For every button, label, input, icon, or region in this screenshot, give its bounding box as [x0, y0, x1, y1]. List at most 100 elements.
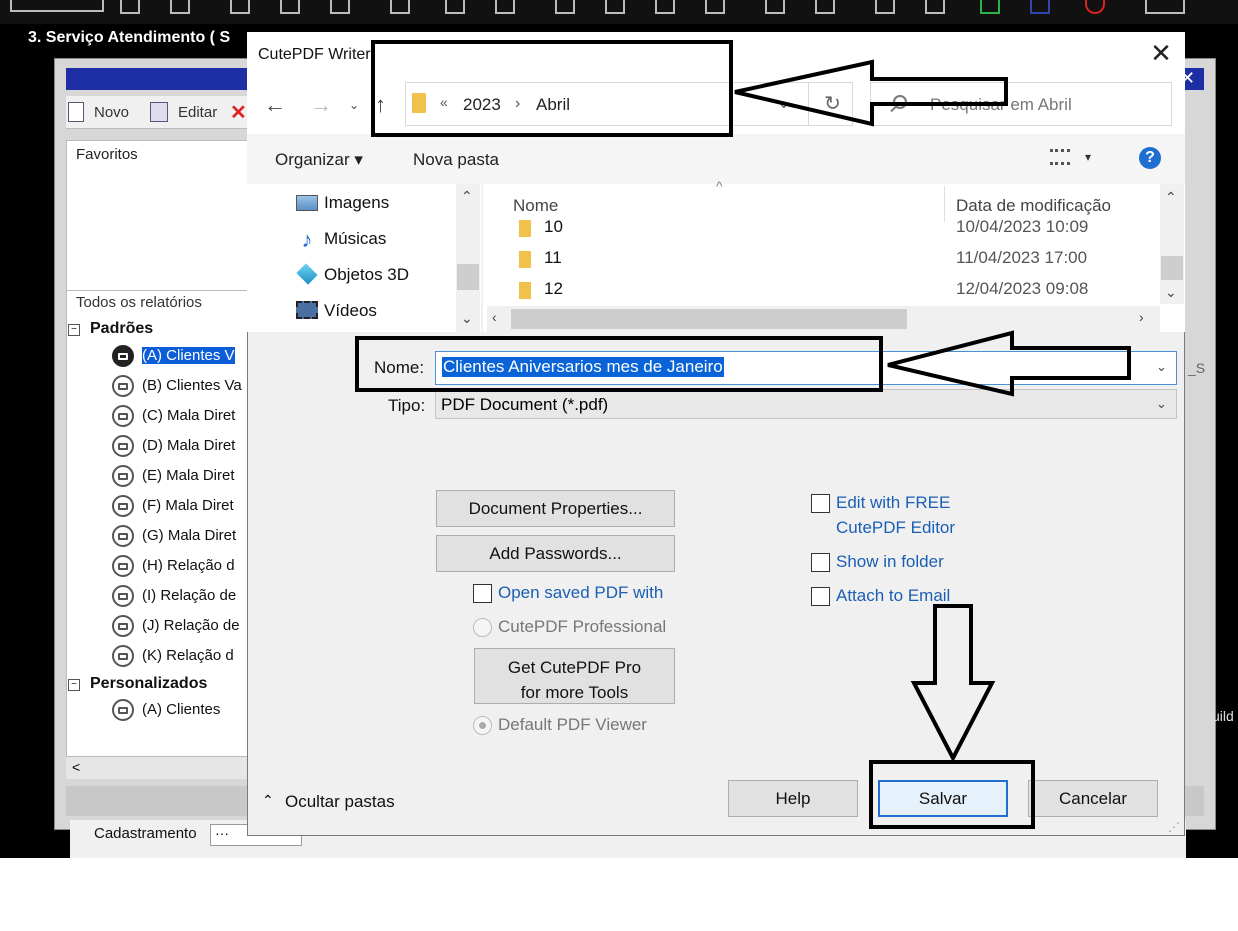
chevron-right-icon[interactable]: ›	[1139, 309, 1144, 325]
nova-pasta-button[interactable]: Nova pasta	[413, 150, 499, 170]
toolbar-sort-icon[interactable]	[815, 0, 835, 14]
tree-scroll-thumb[interactable]	[457, 264, 479, 290]
cutepdf-professional-radio[interactable]	[473, 618, 492, 637]
report-item[interactable]: (E) Mala Diret	[112, 465, 235, 487]
chevron-down-icon[interactable]: ⌄	[461, 310, 473, 327]
toolbar-edit-icon[interactable]	[280, 0, 300, 14]
chevron-up-icon[interactable]: ⌃	[461, 188, 473, 205]
toolbar-search-icon[interactable]	[605, 0, 625, 14]
help-icon[interactable]: ?	[1139, 147, 1161, 169]
edit-free-label-2[interactable]: CutePDF Editor	[836, 518, 955, 538]
toolbar-cut-icon[interactable]	[330, 0, 350, 14]
file-hscroll-thumb[interactable]	[511, 309, 907, 329]
tree-item-imagens[interactable]: Imagens	[296, 193, 389, 213]
back-arrow-icon[interactable]: ←	[264, 92, 286, 118]
report-item[interactable]: (C) Mala Diret	[112, 405, 235, 427]
toolbar-tool-icon[interactable]	[555, 0, 575, 14]
report-item[interactable]: (D) Mala Diret	[112, 435, 235, 457]
tree-item-musicas[interactable]: ♪ Músicas	[296, 229, 387, 251]
chevron-down-icon[interactable]: ⌄	[1165, 284, 1177, 301]
toolbar-refresh-icon[interactable]	[655, 0, 675, 14]
chevron-up-icon[interactable]: ⌃	[262, 792, 274, 809]
edit-free-label-1[interactable]: Edit with FREE	[836, 493, 950, 513]
delete-icon[interactable]: ✕	[230, 100, 247, 125]
reports-hscrollbar[interactable]: <	[66, 756, 256, 779]
view-options-icon[interactable]	[1050, 149, 1070, 165]
add-passwords-button[interactable]: Add Passwords...	[436, 535, 675, 572]
toolbar-next-icon[interactable]	[170, 0, 190, 14]
toolbar-zoom-icon[interactable]	[705, 0, 725, 14]
toolbar-play-icon[interactable]	[120, 0, 140, 14]
report-item[interactable]: (F) Mala Diret	[112, 495, 234, 517]
toolbar-window-icon[interactable]	[1145, 0, 1185, 14]
collapse-icon[interactable]: −	[68, 324, 80, 336]
group-padroes[interactable]: − Padrões	[68, 320, 153, 338]
refresh-icon[interactable]: ↻	[808, 82, 856, 126]
edit-free-checkbox[interactable]	[811, 494, 830, 513]
default-viewer-radio[interactable]	[473, 716, 492, 735]
show-in-folder-label[interactable]: Show in folder	[836, 552, 944, 572]
report-item[interactable]: (J) Relação de	[112, 615, 240, 637]
pictures-icon	[296, 195, 318, 211]
get-pro-button[interactable]: Get CutePDF Pro for more Tools	[474, 648, 675, 704]
new-document-icon	[68, 102, 84, 122]
chevron-left-icon[interactable]: ‹	[492, 309, 497, 325]
organizar-menu[interactable]: Organizar ▾	[275, 150, 363, 170]
dialog-title: CutePDF Writer	[258, 46, 371, 63]
toolbar-save-icon[interactable]	[390, 0, 410, 14]
report-item[interactable]: (G) Mala Diret	[112, 525, 236, 547]
printer-icon	[112, 615, 134, 637]
chevron-down-icon[interactable]: ⌄	[778, 95, 790, 112]
default-viewer-label: Default PDF Viewer	[498, 715, 647, 734]
toolbar-pin-icon[interactable]	[230, 0, 250, 14]
document-properties-button[interactable]: Document Properties...	[436, 490, 675, 527]
attach-email-checkbox[interactable]	[811, 587, 830, 606]
chevron-down-icon[interactable]: ⌄	[1156, 396, 1167, 412]
list-item[interactable]: 12 12/04/2023 09:08	[515, 278, 1155, 304]
column-header-date[interactable]: Data de modificação	[956, 196, 1111, 216]
report-item[interactable]: (A) Clientes	[112, 699, 220, 721]
chevron-up-icon[interactable]: ⌃	[1165, 189, 1177, 206]
report-item[interactable]: (K) Relação d	[112, 645, 234, 667]
toolbar-filter-icon[interactable]	[765, 0, 785, 14]
toolbar-green-icon[interactable]	[980, 0, 1000, 14]
report-item[interactable]: (I) Relação de	[112, 585, 236, 607]
toolbar-back-icon[interactable]	[495, 0, 515, 14]
toolbar-add-icon[interactable]	[445, 0, 465, 14]
column-header-name[interactable]: Nome	[513, 196, 558, 216]
collapse-icon[interactable]: −	[68, 679, 80, 691]
open-saved-label[interactable]: Open saved PDF with	[498, 583, 663, 603]
folder-icon	[519, 282, 531, 299]
report-item[interactable]: (A) Clientes V	[112, 345, 235, 367]
chevron-down-icon[interactable]: ⌄	[349, 98, 359, 112]
close-icon[interactable]: ✕	[1148, 38, 1174, 68]
file-vscroll-thumb[interactable]	[1161, 256, 1183, 280]
column-divider[interactable]	[944, 186, 945, 222]
group-personalizados[interactable]: − Personalizados	[68, 675, 207, 693]
ocultar-pastas-button[interactable]: Ocultar pastas	[285, 792, 395, 812]
list-item[interactable]: 10 10/04/2023 10:09	[515, 218, 1155, 242]
cancelar-button[interactable]: Cancelar	[1028, 780, 1158, 817]
list-item[interactable]: 11 11/04/2023 17:00	[515, 247, 1155, 273]
chevron-down-icon[interactable]: ▾	[1085, 150, 1091, 164]
open-saved-checkbox[interactable]	[473, 584, 492, 603]
chevron-down-icon[interactable]: ⌄	[1156, 359, 1167, 375]
resize-grip-icon[interactable]: ⋰	[1168, 820, 1180, 834]
report-item[interactable]: (B) Clientes Va	[112, 375, 242, 397]
tree-item-objetos-3d[interactable]: Objetos 3D	[296, 263, 409, 285]
filetype-select[interactable]: PDF Document (*.pdf)	[435, 389, 1177, 419]
toolbar-plus-icon[interactable]	[875, 0, 895, 14]
toolbar-power-icon[interactable]	[1085, 0, 1105, 14]
forward-arrow-icon[interactable]: →	[310, 92, 332, 118]
tree-item-videos[interactable]: Vídeos	[296, 301, 377, 321]
chevron-left-icon[interactable]: <	[72, 759, 80, 775]
toolbar-blue-icon[interactable]	[1030, 0, 1050, 14]
attach-email-label[interactable]: Attach to Email	[836, 586, 950, 606]
help-button[interactable]: Help	[728, 780, 858, 817]
toolbar-minus-icon[interactable]	[925, 0, 945, 14]
report-item[interactable]: (H) Relação d	[112, 555, 235, 577]
editar-button[interactable]: Editar	[178, 104, 217, 121]
cutepdf-professional-label: CutePDF Professional	[498, 617, 667, 636]
show-in-folder-checkbox[interactable]	[811, 553, 830, 572]
novo-button[interactable]: Novo	[94, 104, 129, 121]
